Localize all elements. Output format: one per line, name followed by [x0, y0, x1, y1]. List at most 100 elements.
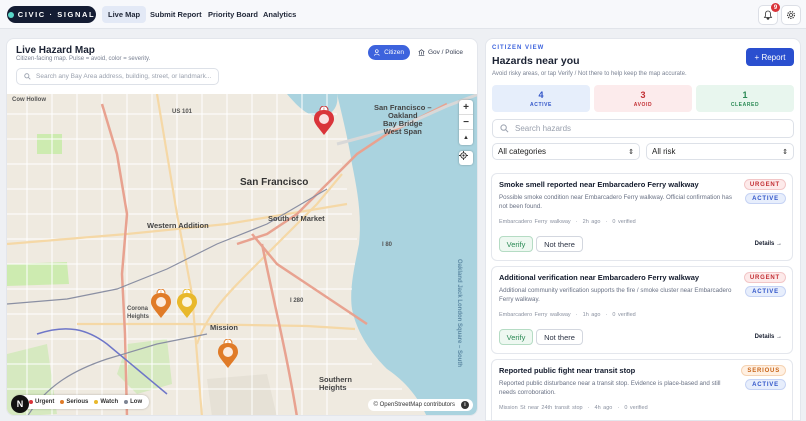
report-button[interactable]: + Report — [746, 48, 794, 66]
map-label-bay-bridge: San Francisco – Oakland Bay Bridge West … — [374, 103, 432, 136]
nav-live-map[interactable]: Live Map — [102, 6, 147, 23]
zoom-out-button[interactable]: − — [459, 115, 473, 130]
stat-avoid-value: 3 — [640, 89, 646, 100]
legend-low-dot-icon — [124, 400, 129, 404]
legend-serious-dot-icon — [60, 400, 65, 404]
people-icon — [374, 49, 380, 56]
watch-pin-icon: ! — [177, 289, 197, 318]
status-badge: ACTIVE — [745, 193, 786, 204]
address-search-placeholder: Search any Bay Area address, building, s… — [36, 73, 212, 80]
verify-button[interactable]: Verify — [499, 329, 533, 345]
map-panel-title: Live Hazard Map — [16, 45, 95, 56]
hazard-card-title: Smoke smell reported near Embarcadero Fe… — [499, 180, 699, 189]
legend-watch: Watch — [94, 399, 118, 405]
severity-badge: SERIOUS — [741, 365, 786, 376]
nav-priority-board[interactable]: Priority Board — [202, 6, 264, 23]
hazard-marker-watch[interactable]: ! — [176, 289, 197, 318]
status-badge: ACTIVE — [745, 286, 786, 297]
details-link[interactable]: Details → — [755, 334, 782, 340]
map-label-mission: Mission — [210, 323, 238, 332]
hazard-card-title: Additional verification near Embarcadero… — [499, 273, 700, 282]
compass-button[interactable]: ▲ — [459, 130, 473, 145]
locate-me-button[interactable] — [459, 151, 473, 165]
hazard-panel: CITIZEN VIEW Hazards near you Avoid risk… — [485, 38, 801, 421]
citizen-label: Citizen — [384, 49, 404, 56]
map-label-south-of-market: South of Market — [268, 214, 325, 223]
settings-button[interactable] — [781, 5, 801, 25]
category-select-value: All categories — [498, 147, 547, 156]
search-icon — [24, 73, 31, 80]
hazard-search-placeholder: Search hazards — [515, 124, 572, 133]
stat-avoid-label: AVOID — [633, 101, 653, 108]
map-label-district: Cow Hollow — [12, 97, 46, 103]
map-label-us101: US 101 — [172, 109, 193, 115]
hazard-marker-serious[interactable]: ! — [150, 289, 171, 318]
view-toggle: Citizen Gov / Police — [368, 45, 469, 60]
map-label-southern-heights: Southern Heights — [319, 375, 352, 392]
severity-badge: URGENT — [743, 179, 786, 190]
info-icon[interactable]: i — [461, 401, 469, 409]
hazard-card-meta: Mission St near 24th transit stop · 4h a… — [499, 405, 648, 411]
zoom-in-button[interactable]: + — [459, 100, 473, 115]
zoom-controls: + − ▲ — [459, 100, 473, 145]
nav-analytics[interactable]: Analytics — [257, 6, 302, 23]
brand-logo[interactable]: CIVIC · SIGNAL — [7, 6, 96, 23]
stat-active[interactable]: 4 ACTIVE — [492, 85, 590, 112]
map-label-oakland-square: Oakland Jack London Square – South — [456, 259, 462, 368]
map-panel-subtitle: Citizen-facing map. Pulse = avoid, color… — [16, 56, 151, 62]
map-attribution: © OpenStreetMap contributors i — [367, 399, 473, 411]
citizen-view-button[interactable]: Citizen — [368, 45, 410, 60]
panel-subtitle: Avoid risky areas, or tap Verify / Not t… — [492, 71, 687, 77]
legend-watch-dot-icon — [94, 400, 99, 404]
stat-cleared-value: 1 — [742, 89, 748, 100]
stat-avoid[interactable]: 3 AVOID — [594, 85, 692, 112]
serious-pin-icon: ! — [151, 289, 171, 318]
crosshair-icon — [459, 151, 468, 160]
hazard-card-description: Possible smoke condition near Embarcader… — [499, 194, 732, 210]
map-panel: Live Hazard Map Citizen-facing map. Puls… — [6, 38, 478, 416]
hazard-marker-urgent[interactable]: ! — [313, 106, 334, 135]
stat-active-label: ACTIVE — [530, 101, 552, 108]
address-search-input[interactable]: Search any Bay Area address, building, s… — [16, 68, 219, 85]
notifications-button[interactable]: 9 — [758, 3, 780, 25]
legend-urgent-dot-icon — [29, 400, 33, 404]
app-avatar-logo[interactable]: N — [11, 395, 29, 413]
verify-button[interactable]: Verify — [499, 236, 533, 252]
panel-eyebrow: CITIZEN VIEW — [492, 45, 545, 51]
panel-title: Hazards near you — [492, 55, 580, 67]
map-label-western-addition: Western Addition — [147, 221, 209, 230]
not-there-button[interactable]: Not there — [536, 329, 583, 345]
brand-name: CIVIC · SIGNAL — [17, 10, 96, 19]
chevron-updown-icon: ⇕ — [628, 148, 634, 156]
severity-legend: Urgent Serious Watch Low — [13, 395, 150, 409]
details-link[interactable]: Details → — [755, 241, 782, 247]
nav-submit-report[interactable]: Submit Report — [144, 6, 208, 23]
stat-cleared-label: CLEARED — [730, 101, 760, 108]
hazard-card[interactable]: Additional verification near Embarcadero… — [491, 266, 793, 354]
hazard-map[interactable]: Cow Hollow US 101 San Francisco – Oaklan… — [7, 94, 477, 415]
stat-active-value: 4 — [538, 89, 544, 100]
serious-pin-icon: ! — [218, 339, 238, 368]
hazard-marker-serious-mission[interactable]: ! — [217, 339, 238, 368]
hazard-card[interactable]: Smoke smell reported near Embarcadero Fe… — [491, 173, 793, 261]
stat-cleared[interactable]: 1 CLEARED — [696, 85, 794, 112]
map-label-i80: I 80 — [382, 242, 393, 248]
legend-serious: Serious — [60, 399, 88, 405]
map-label-corona-heights: Corona Heights — [127, 306, 150, 320]
building-icon — [418, 49, 425, 56]
legend-urgent: Urgent — [29, 399, 54, 405]
gov-police-view-button[interactable]: Gov / Police — [412, 45, 469, 60]
legend-low: Low — [124, 399, 142, 405]
risk-select[interactable]: All risk ⇕ — [646, 143, 794, 160]
attribution-text[interactable]: © OpenStreetMap contributors — [374, 402, 455, 408]
severity-badge: URGENT — [743, 272, 786, 283]
hazard-card[interactable]: Reported public fight near transit stop … — [491, 359, 793, 420]
category-select[interactable]: All categories ⇕ — [492, 143, 640, 160]
gov-police-label: Gov / Police — [427, 49, 463, 56]
not-there-button[interactable]: Not there — [536, 236, 583, 252]
map-label-i280: I 280 — [290, 298, 304, 304]
hazard-search-input[interactable]: Search hazards — [492, 119, 794, 138]
notification-count: 9 — [771, 3, 780, 12]
map-label-san-francisco: San Francisco — [240, 177, 309, 188]
risk-select-value: All risk — [652, 147, 676, 156]
